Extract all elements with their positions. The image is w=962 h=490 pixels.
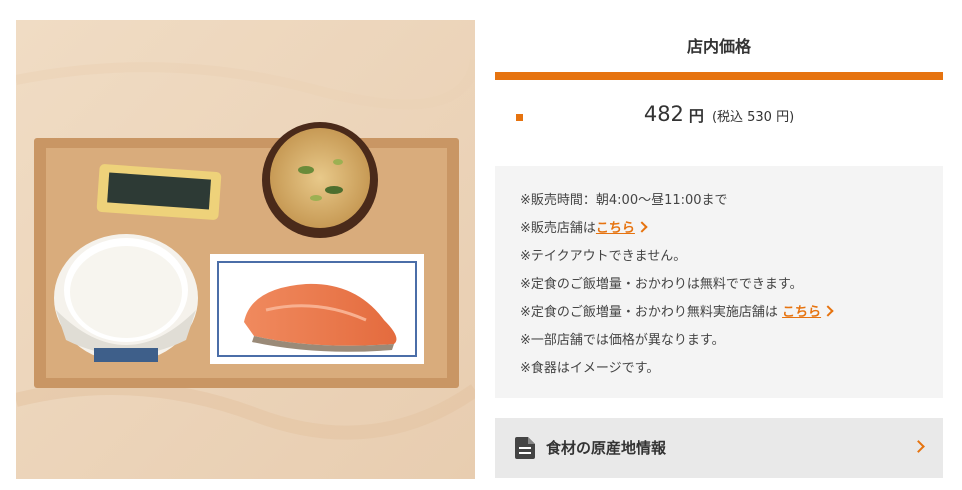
origin-info-label: 食材の原産地情報 [546, 439, 667, 457]
note-stores: ※販売店舗はこちら [520, 215, 943, 243]
price-row: 482 円 (税込 530 円) [495, 80, 943, 152]
rice-bowl-icon [54, 234, 198, 362]
note-rice-stores: ※定食のご飯増量・おかわり無料実施店舗は こちら [520, 299, 943, 327]
chevron-right-icon [636, 221, 648, 233]
note-price-diff: ※一部店舗では価格が異なります。 [520, 333, 725, 348]
price-yen: 円 [688, 107, 704, 125]
note-dish-image: ※食器はイメージです。 [520, 361, 660, 376]
salmon-plate-icon [210, 254, 424, 364]
notes-box: ※販売時間：朝4:00〜昼11:00まで ※販売店舗はこちら ※テイクアウトでき… [495, 166, 943, 398]
price-value: 482 円 (税込 530 円) [495, 102, 943, 126]
document-icon [515, 437, 535, 463]
note-takeout: ※テイクアウトできません。 [520, 249, 687, 264]
price-panel: 店内価格 482 円 (税込 530 円) ※販売時間：朝4:00〜昼11:00まで… [495, 20, 943, 478]
price-header-bar [495, 72, 943, 80]
price-number: 482 [643, 102, 684, 126]
miso-bowl-icon [262, 122, 378, 238]
origin-info-button[interactable]: 食材の原産地情報 [495, 418, 943, 478]
chevron-right-icon [822, 305, 834, 317]
note-rice-free: ※定食のご飯増量・おかわりは無料でできます。 [520, 277, 803, 292]
rice-stores-link[interactable]: こちら [782, 305, 821, 320]
note-sales-time: ※販売時間：朝4:00〜昼11:00まで [520, 193, 728, 208]
price-tax-included: (税込 530 円) [711, 110, 795, 125]
nori-pack-icon [96, 164, 222, 220]
product-photo [16, 20, 475, 479]
price-header: 店内価格 [686, 37, 751, 56]
chevron-right-icon [912, 440, 925, 453]
stores-link[interactable]: こちら [596, 221, 635, 236]
